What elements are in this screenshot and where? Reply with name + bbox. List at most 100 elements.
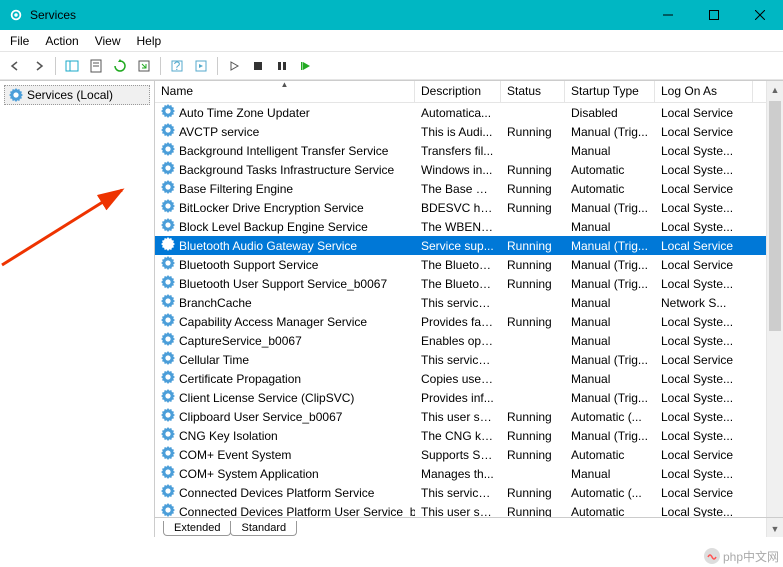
column-name[interactable]: Name▲ <box>155 81 415 102</box>
service-name-cell: Bluetooth User Support Service_b0067 <box>155 275 415 292</box>
service-status: Running <box>501 448 565 462</box>
restart-service-button[interactable] <box>295 55 317 77</box>
minimize-button[interactable] <box>645 0 691 30</box>
column-description[interactable]: Description <box>415 81 501 102</box>
column-status[interactable]: Status <box>501 81 565 102</box>
service-status: Running <box>501 429 565 443</box>
service-row[interactable]: Block Level Backup Engine ServiceThe WBE… <box>155 217 783 236</box>
service-log-on-as: Network S... <box>655 296 753 310</box>
tree-pane: Services (Local) <box>0 81 155 537</box>
column-startup-type[interactable]: Startup Type <box>565 81 655 102</box>
column-log-on-as[interactable]: Log On As <box>655 81 753 102</box>
back-button[interactable] <box>4 55 26 77</box>
maximize-button[interactable] <box>691 0 737 30</box>
service-status: Running <box>501 163 565 177</box>
service-name-cell: BranchCache <box>155 294 415 311</box>
service-startup-type: Automatic <box>565 448 655 462</box>
service-log-on-as: Local Service <box>655 486 753 500</box>
service-startup-type: Manual (Trig... <box>565 125 655 139</box>
service-name-cell: Cellular Time <box>155 351 415 368</box>
service-name: Certificate Propagation <box>179 372 301 386</box>
service-row[interactable]: Auto Time Zone UpdaterAutomatica...Disab… <box>155 103 783 122</box>
help-button[interactable]: ? <box>166 55 188 77</box>
export-button[interactable] <box>133 55 155 77</box>
service-startup-type: Automatic <box>565 505 655 519</box>
scroll-thumb[interactable] <box>769 101 781 331</box>
tree-item-services-local[interactable]: Services (Local) <box>4 85 150 105</box>
service-row[interactable]: AVCTP serviceThis is Audi...RunningManua… <box>155 122 783 141</box>
service-log-on-as: Local Service <box>655 258 753 272</box>
service-log-on-as: Local Service <box>655 182 753 196</box>
service-name-cell: Bluetooth Audio Gateway Service <box>155 237 415 254</box>
service-row[interactable]: Clipboard User Service_b0067This user se… <box>155 407 783 426</box>
service-row[interactable]: Bluetooth Audio Gateway ServiceService s… <box>155 236 783 255</box>
service-row[interactable]: Capability Access Manager ServiceProvide… <box>155 312 783 331</box>
service-name: COM+ Event System <box>179 448 291 462</box>
show-hide-tree-button[interactable] <box>61 55 83 77</box>
service-name-cell: Connected Devices Platform Service <box>155 484 415 501</box>
gear-icon <box>161 465 175 482</box>
tab-extended[interactable]: Extended <box>163 521 231 536</box>
menu-help[interactable]: Help <box>129 32 170 50</box>
service-row[interactable]: Background Tasks Infrastructure ServiceW… <box>155 160 783 179</box>
window-title: Services <box>30 8 645 22</box>
service-row[interactable]: Bluetooth Support ServiceThe Bluetoo...R… <box>155 255 783 274</box>
service-row[interactable]: CaptureService_b0067Enables opti...Manua… <box>155 331 783 350</box>
close-button[interactable] <box>737 0 783 30</box>
service-row[interactable]: Cellular TimeThis service ...Manual (Tri… <box>155 350 783 369</box>
service-row[interactable]: Certificate PropagationCopies user ...Ma… <box>155 369 783 388</box>
service-log-on-as: Local Syste... <box>655 144 753 158</box>
gear-icon <box>161 503 175 518</box>
service-list[interactable]: Auto Time Zone UpdaterAutomatica...Disab… <box>155 103 783 518</box>
start-service-button[interactable] <box>223 55 245 77</box>
list-pane: Name▲ Description Status Startup Type Lo… <box>155 81 783 537</box>
service-startup-type: Automatic (... <box>565 486 655 500</box>
service-description: The WBENG... <box>415 220 501 234</box>
service-status: Running <box>501 315 565 329</box>
service-row[interactable]: COM+ Event SystemSupports Sy...RunningAu… <box>155 445 783 464</box>
service-status: Running <box>501 486 565 500</box>
service-description: Service sup... <box>415 239 501 253</box>
service-row[interactable]: BitLocker Drive Encryption Service BDESVC… <box>155 198 783 217</box>
service-row[interactable]: Base Filtering EngineThe Base Fil...Runn… <box>155 179 783 198</box>
menu-action[interactable]: Action <box>37 32 86 50</box>
stop-service-button[interactable] <box>247 55 269 77</box>
menu-view[interactable]: View <box>87 32 129 50</box>
service-row[interactable]: BranchCacheThis service ...ManualNetwork… <box>155 293 783 312</box>
service-name: AVCTP service <box>179 125 259 139</box>
service-log-on-as: Local Syste... <box>655 334 753 348</box>
vertical-scrollbar[interactable]: ▲ ▼ <box>766 81 783 537</box>
action-button[interactable] <box>190 55 212 77</box>
service-description: BDESVC hos... <box>415 201 501 215</box>
service-row[interactable]: Bluetooth User Support Service_b0067The … <box>155 274 783 293</box>
service-row[interactable]: CNG Key IsolationThe CNG ke...RunningMan… <box>155 426 783 445</box>
refresh-button[interactable] <box>109 55 131 77</box>
service-row[interactable]: Connected Devices Platform User Service_… <box>155 502 783 518</box>
service-row[interactable]: Client License Service (ClipSVC)Provides… <box>155 388 783 407</box>
service-row[interactable]: Connected Devices Platform ServiceThis s… <box>155 483 783 502</box>
service-name: Bluetooth User Support Service_b0067 <box>179 277 387 291</box>
service-name-cell: Capability Access Manager Service <box>155 313 415 330</box>
service-status: Running <box>501 239 565 253</box>
service-log-on-as: Local Service <box>655 125 753 139</box>
service-name-cell: Background Intelligent Transfer Service <box>155 142 415 159</box>
service-log-on-as: Local Syste... <box>655 391 753 405</box>
service-log-on-as: Local Syste... <box>655 163 753 177</box>
gear-icon <box>161 313 175 330</box>
service-row[interactable]: COM+ System ApplicationManages th...Manu… <box>155 464 783 483</box>
scroll-up-button[interactable]: ▲ <box>767 81 783 98</box>
properties-button[interactable] <box>85 55 107 77</box>
service-log-on-as: Local Syste... <box>655 410 753 424</box>
service-log-on-as: Local Service <box>655 353 753 367</box>
service-startup-type: Manual <box>565 334 655 348</box>
service-row[interactable]: Background Intelligent Transfer ServiceT… <box>155 141 783 160</box>
service-description: Manages th... <box>415 467 501 481</box>
forward-button[interactable] <box>28 55 50 77</box>
watermark: php中文网 <box>703 547 779 565</box>
service-name: BitLocker Drive Encryption Service <box>179 201 364 215</box>
tab-standard[interactable]: Standard <box>230 521 297 536</box>
pause-service-button[interactable] <box>271 55 293 77</box>
menu-file[interactable]: File <box>2 32 37 50</box>
service-description: Windows in... <box>415 163 501 177</box>
gear-icon <box>161 161 175 178</box>
